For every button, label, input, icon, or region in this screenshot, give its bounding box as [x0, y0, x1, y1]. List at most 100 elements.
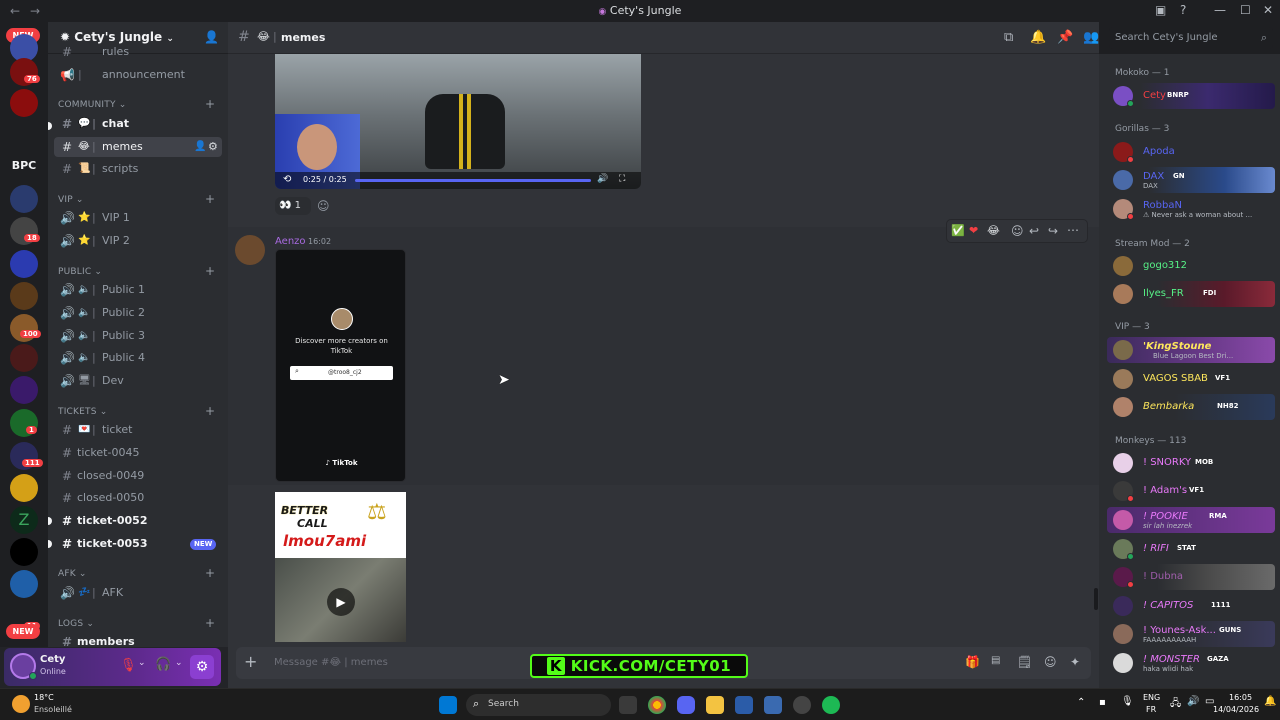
server-icon[interactable]: [10, 344, 38, 372]
chevron-up-icon[interactable]: ⌃: [1077, 697, 1085, 708]
server-icon[interactable]: [10, 538, 38, 566]
member-row[interactable]: Cety BNRP: [1107, 83, 1275, 109]
lang-bottom[interactable]: FR: [1146, 705, 1156, 714]
video-embed[interactable]: ⟲ 0:25 / 0:25 🔊 ⛶: [275, 54, 641, 189]
check-reaction-icon[interactable]: ✅: [951, 224, 965, 237]
server-icon[interactable]: [10, 250, 38, 278]
mic-icon[interactable]: 🎙: [1121, 696, 1134, 707]
add-channel-icon[interactable]: +: [205, 566, 215, 580]
channel-ticket-0045[interactable]: # ticket-0045: [54, 443, 222, 463]
mute-mic-icon[interactable]: 🎙: [120, 658, 137, 673]
add-reaction-icon[interactable]: ☺: [317, 199, 330, 213]
channel-public-4[interactable]: 🔊 🔈 | Public 4: [54, 348, 222, 368]
member-row[interactable]: Bembarka NH82: [1107, 394, 1275, 420]
server-icon[interactable]: Z: [10, 506, 38, 534]
chrome-icon[interactable]: [648, 696, 666, 714]
message-author[interactable]: Aenzo: [275, 236, 306, 247]
server-icon-bpc[interactable]: BPC: [8, 152, 40, 180]
bell-icon[interactable]: 🔔: [1030, 30, 1046, 45]
app-icon[interactable]: [764, 696, 782, 714]
channel-public-1[interactable]: 🔊 🔈 | Public 1: [54, 280, 222, 300]
channel-dev[interactable]: 🔊 🖥 | Dev: [54, 371, 222, 391]
member-row[interactable]: ! MONSTER GAZA haka wlidi hak: [1107, 650, 1275, 676]
category-public[interactable]: PUBLIC ⌄: [58, 267, 102, 277]
channel-afk[interactable]: 🔊 💤 | AFK: [54, 583, 222, 603]
tray-app-icon[interactable]: ▪: [1099, 697, 1106, 708]
member-row[interactable]: 'KingStoune Blue Lagoon Best Dri...: [1107, 337, 1275, 363]
server-icon[interactable]: [10, 570, 38, 598]
deafen-icon[interactable]: 🎧: [155, 657, 171, 672]
channel-vip-2[interactable]: 🔊 ⭐ | VIP 2: [54, 231, 222, 251]
inbox-icon[interactable]: ▣: [1155, 3, 1166, 17]
add-channel-icon[interactable]: +: [205, 192, 215, 206]
member-row[interactable]: ! RIFI STAT: [1107, 536, 1275, 562]
chevron-down-icon[interactable]: ⌄: [138, 658, 146, 668]
weather-temp[interactable]: 18°C: [34, 693, 54, 702]
user-settings-gear-icon[interactable]: ⚙: [190, 655, 214, 679]
file-explorer-icon[interactable]: [706, 696, 724, 714]
more-options-icon[interactable]: ⋯: [1067, 223, 1079, 237]
add-member-icon[interactable]: 👤: [194, 137, 206, 157]
sticker-icon[interactable]: 🗒: [1017, 655, 1032, 669]
gif-icon[interactable]: ▤: [991, 655, 1000, 666]
member-row[interactable]: ! CAPITOS 1111: [1107, 593, 1275, 619]
member-row[interactable]: DAX GN DAX: [1107, 167, 1275, 193]
channel-rules[interactable]: # rules: [54, 42, 222, 62]
forward-icon[interactable]: ↪: [1048, 224, 1058, 238]
channel-ticket-0053[interactable]: # ticket-0053 NEW: [54, 534, 222, 554]
replay-icon[interactable]: ⟲: [283, 174, 291, 185]
channel-public-3[interactable]: 🔊 🔈 | Public 3: [54, 326, 222, 346]
member-row[interactable]: ! POOKIE RMA sir lah inezrek: [1107, 507, 1275, 533]
app-icon[interactable]: [735, 696, 753, 714]
laughing-reaction-icon[interactable]: 😂: [987, 224, 1000, 237]
member-row[interactable]: ! Dubna: [1107, 564, 1275, 590]
member-row[interactable]: Ilyes_FR FDI: [1107, 281, 1275, 307]
play-icon[interactable]: ▶: [327, 588, 355, 616]
tiktok-embed[interactable]: Discover more creators on TikTok ⌕ @troo…: [275, 249, 406, 482]
spotify-icon[interactable]: [822, 696, 840, 714]
channel-ticket[interactable]: # 💌 | ticket: [54, 420, 222, 440]
apps-icon[interactable]: ✦: [1070, 655, 1080, 669]
pin-icon[interactable]: 📌: [1057, 30, 1073, 45]
notification-bell-icon[interactable]: 🔔: [1264, 696, 1276, 707]
member-row[interactable]: Apoda: [1107, 139, 1275, 165]
clock-time[interactable]: 16:05: [1229, 693, 1252, 702]
maximize-button[interactable]: ☐: [1240, 3, 1251, 17]
add-reaction-icon[interactable]: ☺: [1011, 224, 1024, 238]
member-row[interactable]: ! SNORKY MOB: [1107, 450, 1275, 476]
channel-vip-1[interactable]: 🔊 ⭐ | VIP 1: [54, 208, 222, 228]
member-row[interactable]: RobbaN ⚠ Never ask a woman about ...: [1107, 196, 1275, 222]
member-row[interactable]: VAGOS SBAB VF1: [1107, 366, 1275, 392]
tiktok-search-field[interactable]: ⌕ @troo8_cj2: [290, 366, 393, 380]
minimize-button[interactable]: —: [1214, 3, 1226, 17]
category-tickets[interactable]: TICKETS ⌄: [58, 407, 107, 417]
task-view-icon[interactable]: [619, 696, 637, 714]
volume-icon[interactable]: 🔊: [1187, 696, 1199, 707]
video-progress-bar[interactable]: [355, 179, 591, 182]
network-icon[interactable]: 🖧: [1170, 696, 1181, 713]
server-icon[interactable]: [10, 185, 38, 213]
heart-reaction-icon[interactable]: ❤: [969, 224, 978, 237]
category-afk[interactable]: AFK ⌄: [58, 569, 87, 579]
server-icon[interactable]: [10, 474, 38, 502]
add-channel-icon[interactable]: +: [205, 404, 215, 418]
reply-icon[interactable]: ↩: [1029, 224, 1039, 238]
channel-closed-0050[interactable]: # closed-0050: [54, 488, 222, 508]
channel-announcement[interactable]: 📢 | announcement: [54, 65, 222, 85]
gear-icon[interactable]: ⚙: [208, 137, 218, 157]
channel-closed-0049[interactable]: # closed-0049: [54, 466, 222, 486]
member-row[interactable]: ! Younes-Ask... GUNS FAAAAAAAAAH: [1107, 621, 1275, 647]
meme-video-embed[interactable]: BETTER CALL lmou7ami ⚖ ▶: [275, 492, 406, 644]
threads-icon[interactable]: ⧉: [1004, 30, 1013, 45]
server-icon[interactable]: [10, 89, 38, 117]
channel-public-2[interactable]: 🔊 🔈 | Public 2: [54, 303, 222, 323]
channel-scripts[interactable]: # 📜 | scripts: [54, 159, 222, 179]
member-row[interactable]: ! Adam's VF1: [1107, 478, 1275, 504]
member-row[interactable]: gogo312: [1107, 253, 1275, 279]
weather-desc[interactable]: Ensoleillé: [34, 705, 72, 714]
category-logs[interactable]: LOGS ⌄: [58, 619, 94, 629]
scrollbar[interactable]: [1094, 588, 1098, 610]
volume-icon[interactable]: 🔊: [597, 174, 608, 184]
member-list-icon[interactable]: 👥: [1083, 30, 1099, 45]
discord-taskbar-icon[interactable]: [677, 696, 695, 714]
